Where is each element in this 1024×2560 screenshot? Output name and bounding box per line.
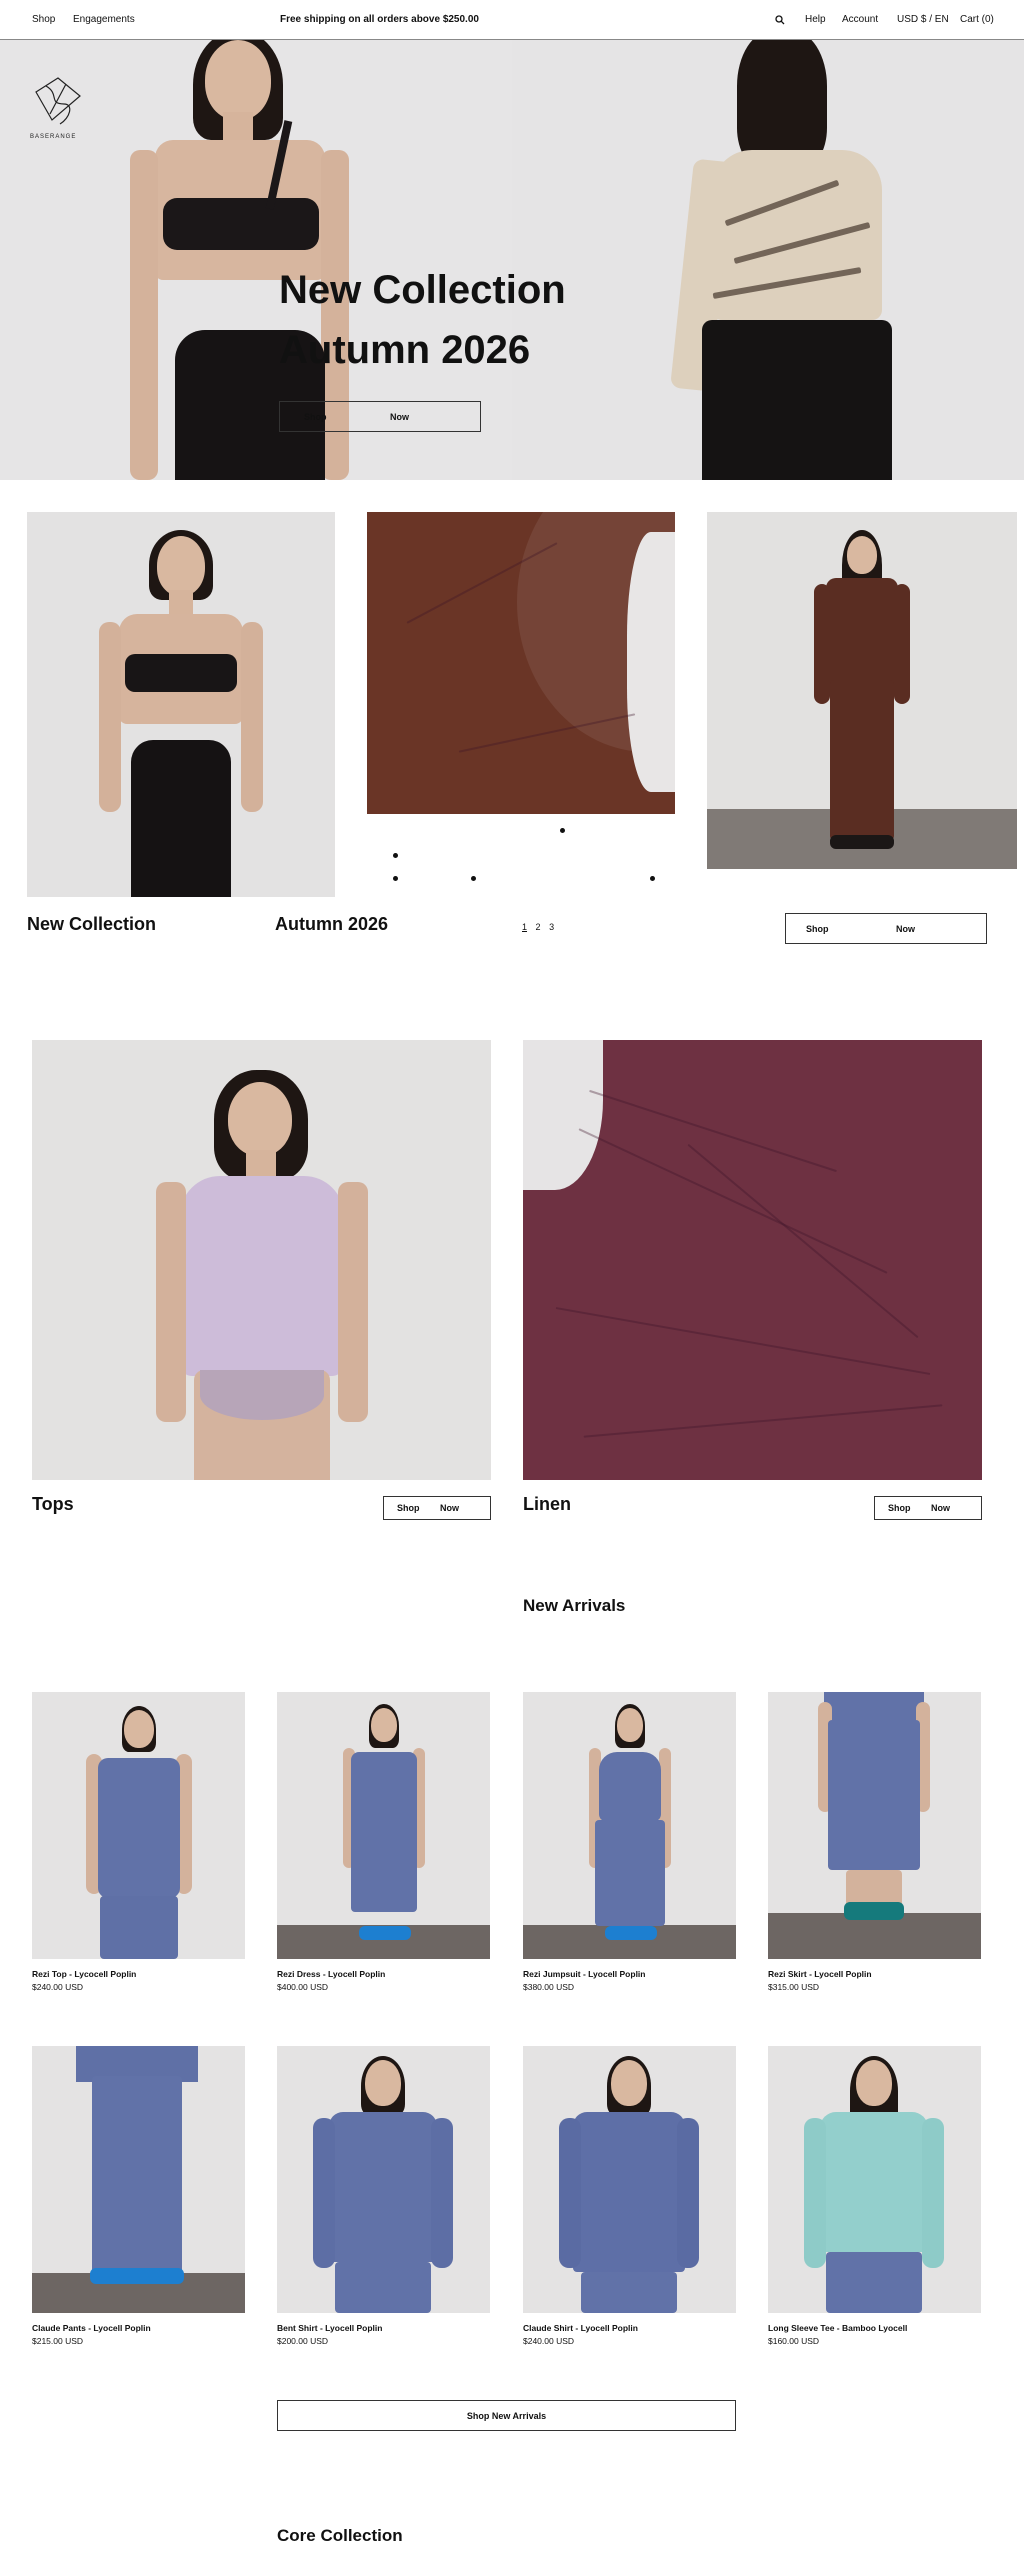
carousel-now-label: Now	[896, 923, 915, 934]
product-image-bent-shirt[interactable]	[277, 2046, 490, 2313]
model-figure	[585, 1704, 675, 1949]
model-figure	[91, 530, 271, 897]
carousel-dot[interactable]	[650, 876, 655, 881]
product-image-long-sleeve-tee[interactable]	[768, 2046, 981, 2313]
carousel-shop-now-button[interactable]: Shop Now	[785, 913, 987, 944]
core-collection-heading: Core Collection	[277, 2526, 403, 2545]
product-name[interactable]: Bent Shirt - Lyocell Poplin	[277, 2323, 382, 2333]
nav-engagements-link[interactable]: Engagements	[73, 14, 135, 25]
nav-shop-link[interactable]: Shop	[32, 14, 55, 25]
carousel-dot[interactable]	[471, 876, 476, 881]
cart-link[interactable]: Cart (0)	[960, 14, 994, 25]
page-2-link[interactable]: 2	[536, 922, 541, 932]
model-figure	[804, 2056, 944, 2313]
shop-new-arrivals-label: Shop New Arrivals	[466, 2410, 547, 2421]
hero-title-line2: Autumn 2026	[279, 328, 531, 372]
hero-now-label: Now	[390, 411, 409, 422]
announcement-text: Free shipping on all orders above $250.0…	[280, 14, 479, 25]
carousel-pagination: 1 2 3	[522, 922, 554, 932]
product-image-claude-pants[interactable]	[32, 2046, 245, 2313]
category-image-tops[interactable]	[32, 1040, 491, 1480]
linen-shop-now-button[interactable]: Shop Now	[874, 1496, 982, 1520]
tops-now-label: Now	[440, 1503, 459, 1513]
search-icon[interactable]	[775, 15, 785, 25]
hero-shop-label: Shop	[304, 411, 327, 422]
tops-shop-now-button[interactable]: Shop Now	[383, 1496, 491, 1520]
top-nav: Shop Engagements Free shipping on all or…	[0, 0, 1024, 40]
product-price: $215.00 USD	[32, 2336, 84, 2346]
hero-title-line1: New Collection	[279, 268, 566, 312]
product-price: $315.00 USD	[768, 1982, 820, 1992]
model-figure	[642, 40, 902, 480]
product-image-rezi-top[interactable]	[32, 1692, 245, 1959]
product-price: $200.00 USD	[277, 2336, 329, 2346]
product-name[interactable]: Rezi Jumpsuit - Lyocell Poplin	[523, 1969, 645, 1979]
carousel-image-3[interactable]	[707, 512, 1017, 869]
model-figure	[156, 1070, 368, 1480]
product-image-rezi-skirt[interactable]	[768, 1692, 981, 1959]
product-name[interactable]: Rezi Top - Lycocell Poplin	[32, 1969, 136, 1979]
model-figure	[72, 2046, 202, 2296]
product-name[interactable]: Claude Pants - Lyocell Poplin	[32, 2323, 151, 2333]
product-price: $380.00 USD	[523, 1982, 575, 1992]
shop-new-arrivals-button[interactable]: Shop New Arrivals	[277, 2400, 736, 2431]
category-title-tops: Tops	[32, 1494, 74, 1514]
model-figure	[812, 530, 912, 860]
product-price: $400.00 USD	[277, 1982, 329, 1992]
product-price: $160.00 USD	[768, 2336, 820, 2346]
new-arrivals-heading: New Arrivals	[523, 1596, 626, 1615]
model-figure	[559, 2056, 699, 2313]
category-image-linen[interactable]	[523, 1040, 982, 1480]
page-1-link[interactable]: 1	[522, 922, 527, 932]
carousel-image-2[interactable]	[367, 512, 675, 814]
carousel-shop-label: Shop	[806, 923, 829, 934]
product-price: $240.00 USD	[523, 2336, 575, 2346]
currency-selector[interactable]: USD $ / EN	[897, 14, 949, 25]
product-image-claude-shirt[interactable]	[523, 2046, 736, 2313]
product-name[interactable]: Long Sleeve Tee - Bamboo Lyocell	[768, 2323, 907, 2333]
product-image-rezi-jumpsuit[interactable]	[523, 1692, 736, 1959]
product-name[interactable]: Rezi Skirt - Lyocell Poplin	[768, 1969, 872, 1979]
page-3-link[interactable]: 3	[549, 922, 554, 932]
model-figure	[84, 1706, 194, 1959]
carousel-dot[interactable]	[393, 853, 398, 858]
nav-account-link[interactable]: Account	[842, 14, 878, 25]
hero-shop-now-button[interactable]: Shop Now	[279, 401, 481, 432]
carousel-title-right: Autumn 2026	[275, 914, 389, 934]
brand-logo-icon[interactable]	[30, 74, 86, 130]
brand-logo-text: BASERANGE	[30, 134, 77, 140]
model-figure	[818, 1692, 930, 1937]
carousel-dot[interactable]	[560, 828, 565, 833]
carousel-image-1[interactable]	[27, 512, 335, 897]
linen-now-label: Now	[931, 1503, 950, 1513]
carousel-dot[interactable]	[393, 876, 398, 881]
product-price: $240.00 USD	[32, 1982, 84, 1992]
nav-help-link[interactable]: Help	[805, 14, 826, 25]
product-image-rezi-dress[interactable]	[277, 1692, 490, 1959]
hero-image-right	[512, 40, 1024, 480]
tops-shop-label: Shop	[397, 1503, 420, 1513]
model-figure	[339, 1704, 429, 1949]
category-title-linen: Linen	[523, 1494, 571, 1514]
model-figure	[313, 2056, 453, 2313]
product-name[interactable]: Rezi Dress - Lyocell Poplin	[277, 1969, 385, 1979]
product-name[interactable]: Claude Shirt - Lyocell Poplin	[523, 2323, 638, 2333]
carousel-title-left: New Collection	[27, 914, 157, 934]
linen-shop-label: Shop	[888, 1503, 911, 1513]
